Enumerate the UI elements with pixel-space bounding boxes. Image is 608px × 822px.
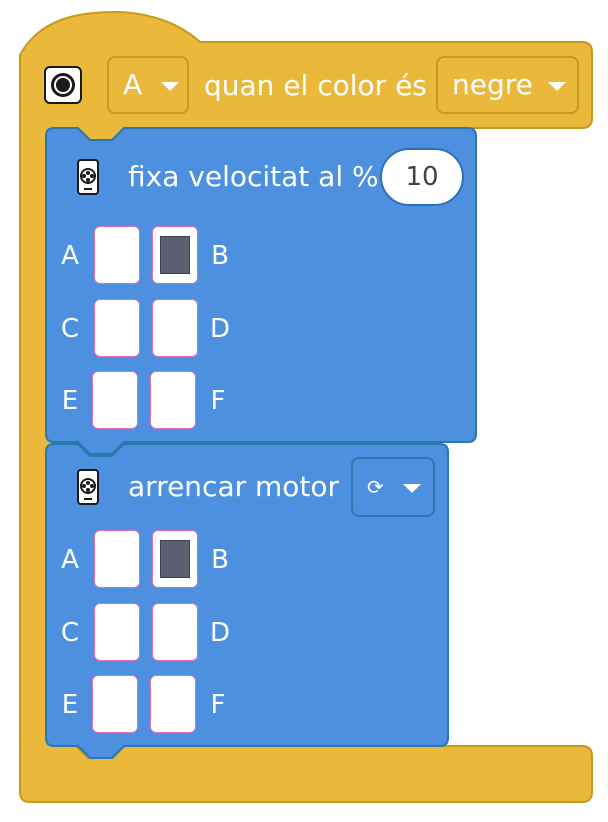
port-label-a: A	[61, 241, 79, 271]
port-label-c: C	[60, 314, 80, 344]
condition-text: quan el color és	[204, 69, 427, 102]
port-dropdown-value: A	[123, 68, 143, 101]
speed-input[interactable]: 10	[380, 148, 464, 206]
port-toggle-c[interactable]	[94, 299, 140, 357]
chevron-down-icon	[548, 82, 566, 91]
port-label-d: D	[209, 618, 231, 648]
port-toggle-f[interactable]	[150, 371, 196, 429]
port-toggle-f[interactable]	[150, 675, 196, 733]
port-toggle-c[interactable]	[94, 603, 140, 661]
color-sensor-icon	[44, 66, 82, 104]
port-toggle-a[interactable]	[94, 226, 140, 284]
block-canvas: A quan el color és negre fixa velocitat …	[0, 0, 608, 822]
port-label-e: E	[61, 690, 79, 720]
port-toggle-e[interactable]	[92, 675, 138, 733]
port-label-d: D	[209, 314, 231, 344]
chevron-down-icon	[403, 484, 421, 493]
port-toggle-d[interactable]	[152, 299, 198, 357]
motor-icon	[77, 469, 99, 505]
port-label-c: C	[60, 618, 80, 648]
port-label-b: B	[211, 241, 229, 271]
port-toggle-b[interactable]	[152, 530, 198, 588]
port-toggle-b[interactable]	[152, 226, 198, 284]
start-motor-label: arrencar motor	[128, 470, 340, 503]
set-speed-label: fixa velocitat al %	[128, 160, 379, 193]
direction-dropdown[interactable]: ⟳	[351, 457, 435, 517]
port-label-a: A	[61, 545, 79, 575]
chevron-down-icon	[161, 82, 179, 91]
port-label-e: E	[61, 386, 79, 416]
motor-icon	[77, 159, 99, 195]
port-toggle-d[interactable]	[152, 603, 198, 661]
port-toggle-a[interactable]	[94, 530, 140, 588]
port-label-f: F	[210, 690, 226, 720]
port-label-b: B	[211, 545, 229, 575]
color-dropdown-value: negre	[452, 68, 533, 101]
port-toggle-e[interactable]	[92, 371, 138, 429]
port-dropdown[interactable]: A	[107, 56, 189, 114]
color-dropdown[interactable]: negre	[436, 56, 579, 114]
port-label-f: F	[210, 386, 226, 416]
rotate-clockwise-icon: ⟳	[367, 475, 384, 499]
